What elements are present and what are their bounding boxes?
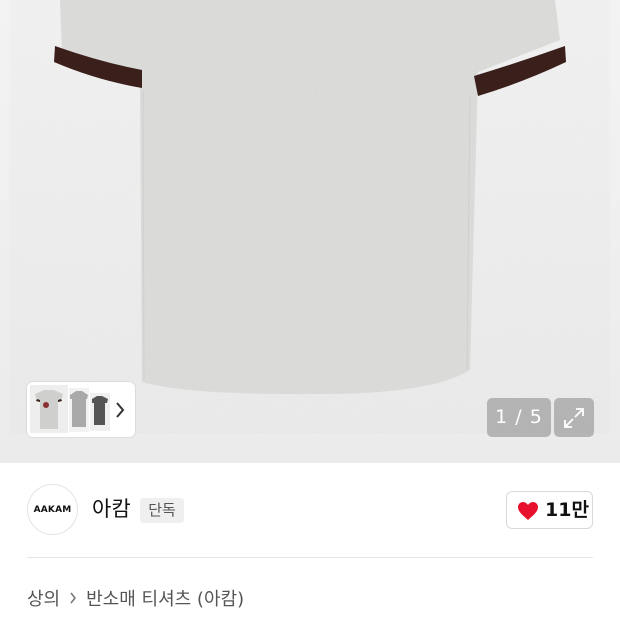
breadcrumb-subcategory[interactable]: 반소매 티셔츠 (아캄) — [86, 585, 244, 611]
chevron-right-icon — [68, 590, 78, 606]
heart-icon — [518, 502, 538, 520]
divider — [27, 557, 593, 558]
breadcrumb: 상의 반소매 티셔츠 (아캄) — [27, 585, 244, 611]
like-button[interactable]: 11만 — [506, 491, 593, 529]
like-count: 11만 — [545, 499, 589, 521]
product-image-gallery[interactable]: 1 / 5 — [0, 0, 620, 463]
brand-name[interactable]: 아캄 — [92, 495, 131, 523]
breadcrumb-category[interactable]: 상의 — [27, 585, 60, 611]
expand-button[interactable] — [554, 398, 594, 437]
chevron-right-icon[interactable] — [112, 398, 128, 422]
expand-arrows-icon — [564, 408, 584, 428]
brand-logo[interactable]: AAKAM — [27, 484, 78, 535]
product-detail-page: 1 / 5 AAKAM 아캄 단독 11만 상의 반소매 티셔츠 (아캄) — [0, 0, 620, 620]
exclusive-badge: 단독 — [140, 498, 184, 523]
image-counter: 1 / 5 — [487, 398, 551, 437]
